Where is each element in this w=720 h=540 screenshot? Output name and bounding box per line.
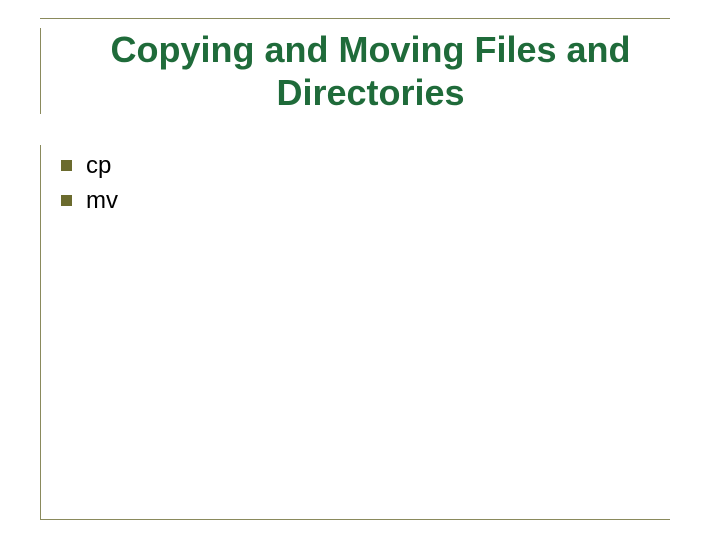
bullet-text: cp <box>86 150 111 181</box>
square-bullet-icon <box>61 195 72 206</box>
top-divider <box>40 18 670 19</box>
body-container: cp mv <box>40 145 670 520</box>
list-item: mv <box>61 185 670 216</box>
title-container: Copying and Moving Files and Directories <box>40 28 670 114</box>
square-bullet-icon <box>61 160 72 171</box>
bullet-list: cp mv <box>61 150 670 216</box>
bullet-text: mv <box>86 185 118 216</box>
slide-title: Copying and Moving Files and Directories <box>81 28 660 114</box>
list-item: cp <box>61 150 670 181</box>
slide: Copying and Moving Files and Directories… <box>0 0 720 540</box>
